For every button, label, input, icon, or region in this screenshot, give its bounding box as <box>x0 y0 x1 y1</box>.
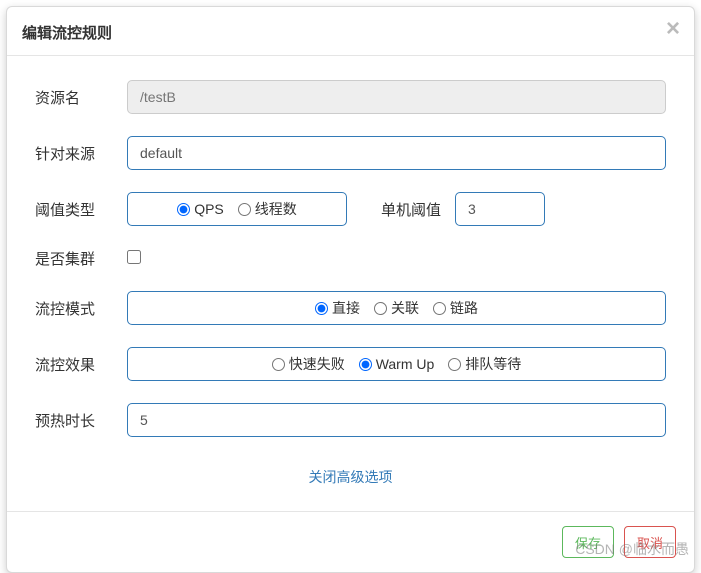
radio-queue-label: 排队等待 <box>465 354 521 374</box>
row-mode: 流控模式 直接 关联 链路 <box>35 291 666 325</box>
cluster-checkbox-holder <box>127 250 141 267</box>
radio-warmup-label: Warm Up <box>376 356 435 372</box>
warmup-input[interactable] <box>127 403 666 437</box>
radio-fail-input[interactable] <box>272 358 285 371</box>
radio-fail-label: 快速失败 <box>289 354 345 374</box>
radio-relate-input[interactable] <box>374 302 387 315</box>
radio-direct-input[interactable] <box>315 302 328 315</box>
row-warmup: 预热时长 <box>35 403 666 437</box>
radio-chain[interactable]: 链路 <box>433 298 478 318</box>
radio-queue-input[interactable] <box>448 358 461 371</box>
threshold-type-label: 阈值类型 <box>35 199 127 220</box>
cluster-label: 是否集群 <box>35 248 127 269</box>
threshold-type-group: QPS 线程数 <box>127 192 347 226</box>
radio-fail[interactable]: 快速失败 <box>272 354 345 374</box>
source-label: 针对来源 <box>35 143 127 164</box>
dialog-header: 编辑流控规则 × <box>7 7 694 56</box>
row-resource: 资源名 <box>35 80 666 114</box>
row-cluster: 是否集群 <box>35 248 666 269</box>
radio-warmup-input[interactable] <box>359 358 372 371</box>
mode-label: 流控模式 <box>35 298 127 319</box>
radio-direct-label: 直接 <box>332 298 360 318</box>
close-icon[interactable]: × <box>666 17 680 41</box>
cluster-checkbox[interactable] <box>127 250 141 264</box>
radio-chain-input[interactable] <box>433 302 446 315</box>
resource-input <box>127 80 666 114</box>
radio-qps-input[interactable] <box>177 203 190 216</box>
effect-group: 快速失败 Warm Up 排队等待 <box>127 347 666 381</box>
radio-warmup[interactable]: Warm Up <box>359 356 435 372</box>
radio-threads-label: 线程数 <box>255 199 297 219</box>
threshold-value-input[interactable] <box>455 192 545 226</box>
edit-flow-rule-dialog: 编辑流控规则 × 资源名 针对来源 阈值类型 QPS 线程数 <box>6 6 695 573</box>
effect-label: 流控效果 <box>35 354 127 375</box>
watermark: CSDN @临水而愚 <box>575 539 689 559</box>
radio-qps[interactable]: QPS <box>177 201 224 217</box>
source-input[interactable] <box>127 136 666 170</box>
radio-relate-label: 关联 <box>391 298 419 318</box>
warmup-label: 预热时长 <box>35 410 127 431</box>
threshold-value-label: 单机阈值 <box>381 199 441 220</box>
radio-direct[interactable]: 直接 <box>315 298 360 318</box>
radio-relate[interactable]: 关联 <box>374 298 419 318</box>
resource-label: 资源名 <box>35 87 127 108</box>
radio-chain-label: 链路 <box>450 298 478 318</box>
row-source: 针对来源 <box>35 136 666 170</box>
radio-threads[interactable]: 线程数 <box>238 199 297 219</box>
radio-threads-input[interactable] <box>238 203 251 216</box>
row-threshold-type: 阈值类型 QPS 线程数 单机阈值 <box>35 192 666 226</box>
radio-qps-label: QPS <box>194 201 224 217</box>
mode-group: 直接 关联 链路 <box>127 291 666 325</box>
row-effect: 流控效果 快速失败 Warm Up 排队等待 <box>35 347 666 381</box>
dialog-title: 编辑流控规则 <box>22 22 679 43</box>
radio-queue[interactable]: 排队等待 <box>448 354 521 374</box>
dialog-body: 资源名 针对来源 阈值类型 QPS 线程数 单机阈值 是否集 <box>7 56 694 511</box>
close-advanced-link[interactable]: 关闭高级选项 <box>35 459 666 501</box>
